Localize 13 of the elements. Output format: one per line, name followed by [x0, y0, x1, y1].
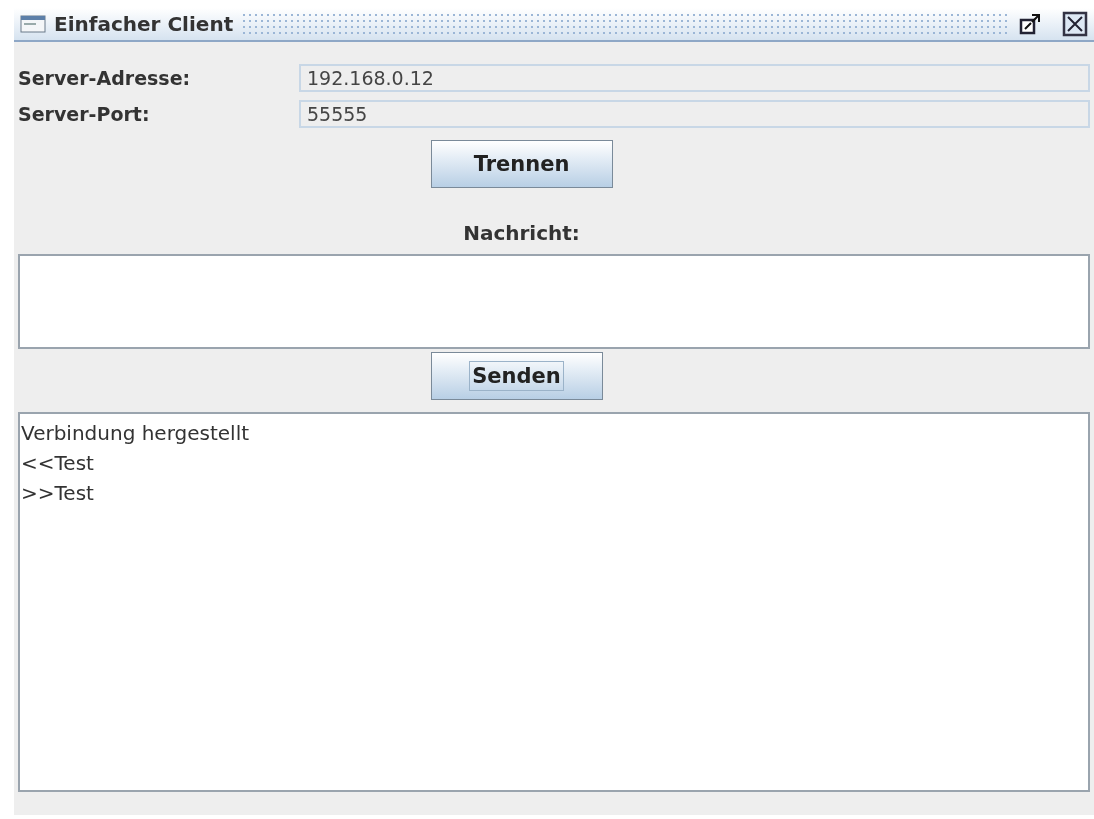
send-button[interactable]: Senden: [430, 352, 603, 400]
window-icon: [20, 14, 46, 34]
message-label: Nachricht:: [463, 220, 580, 247]
disconnect-button[interactable]: Trennen: [430, 140, 613, 188]
log-line: >>Test: [21, 480, 95, 507]
close-icon[interactable]: [1062, 11, 1088, 37]
log-line: Verbindung hergestellt: [21, 420, 251, 447]
message-field[interactable]: [18, 254, 1090, 349]
log-line: <<Test: [21, 450, 95, 477]
window-title: Einfacher Client: [54, 11, 234, 38]
field-label: Server-Port:: [18, 101, 151, 127]
maximize-icon[interactable]: [1018, 12, 1042, 36]
field-label: Server-Adresse:: [18, 65, 192, 91]
